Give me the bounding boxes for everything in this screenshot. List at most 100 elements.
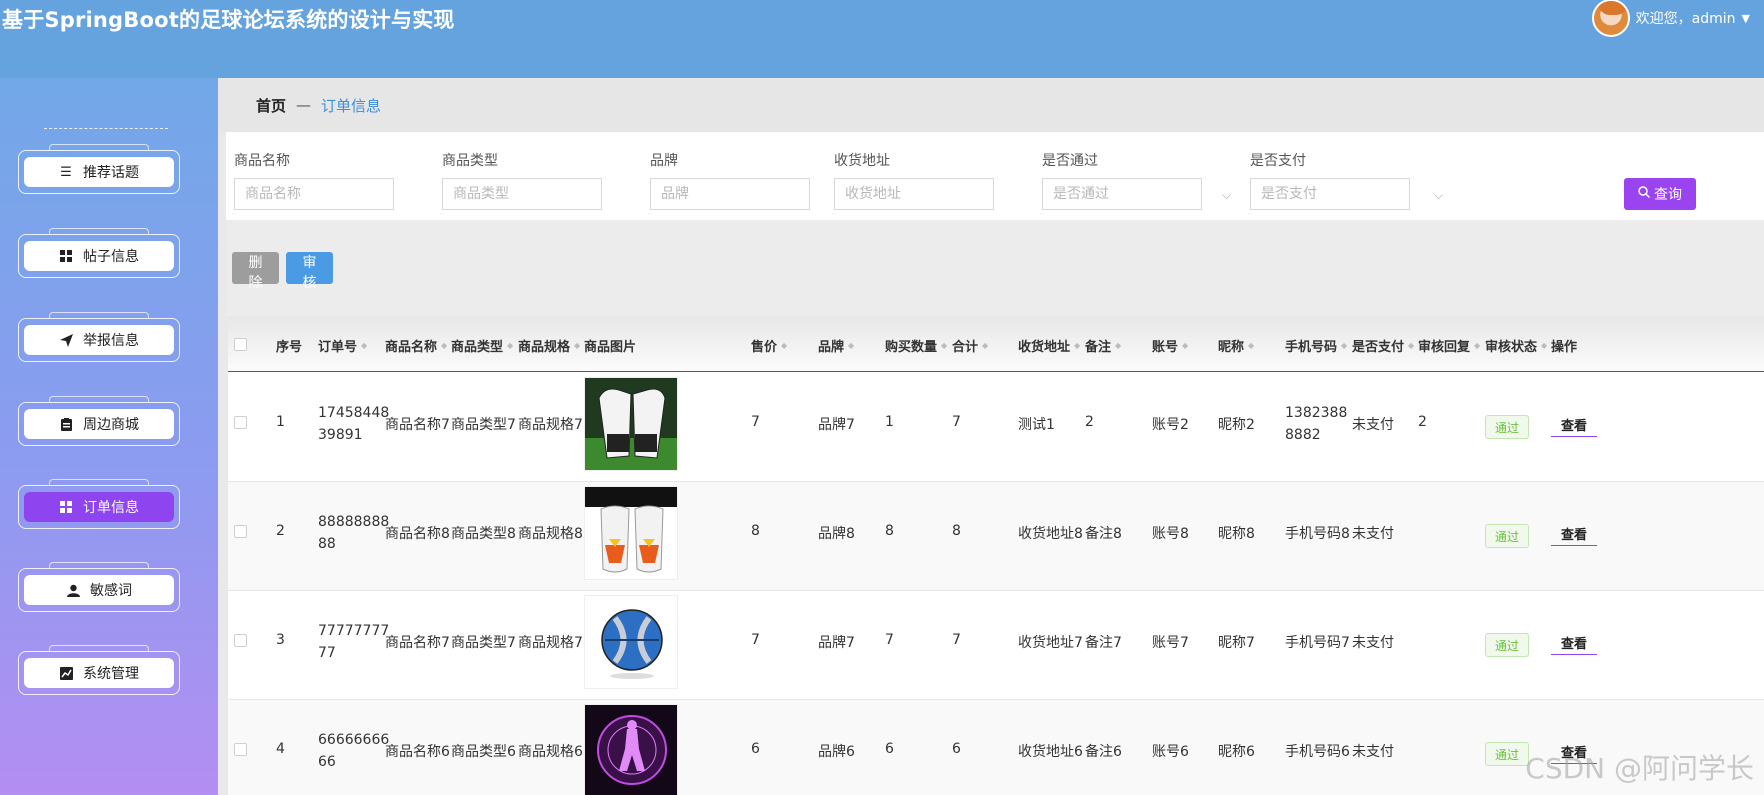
search-button[interactable]: 查询 <box>1624 178 1696 210</box>
cell-address: 测试1 <box>1018 417 1055 433</box>
cell-paid: 未支付 <box>1352 417 1394 433</box>
view-button[interactable]: 查看 <box>1551 631 1597 655</box>
product-name-input[interactable] <box>234 178 394 210</box>
breadcrumb-home[interactable]: 首页 <box>256 95 286 116</box>
clipboard-icon <box>59 417 73 431</box>
sort-icon: ◆ <box>440 340 448 350</box>
chevron-down-icon[interactable]: ⌵ <box>1222 188 1231 203</box>
sort-icon: ◆ <box>780 340 788 350</box>
sidebar-item-reports[interactable]: 举报信息 <box>18 312 180 362</box>
column-header[interactable]: 收货地址 ◆ <box>1018 336 1081 355</box>
column-header[interactable]: 订单号 ◆ <box>318 336 368 355</box>
column-header[interactable]: 备注 ◆ <box>1085 336 1122 355</box>
cell-product-name: 商品名称8 <box>385 526 450 542</box>
cell-index: 3 <box>276 632 285 648</box>
cell-phone: 手机号码6 <box>1285 744 1350 760</box>
cell-nickname: 昵称6 <box>1218 744 1255 760</box>
column-header[interactable]: 商品类型 ◆ <box>451 336 514 355</box>
table-row[interactable]: 3 7777777777 商品名称7 商品类型7 商品规格7 7 品牌7 7 7… <box>228 591 1764 700</box>
caret-down-icon[interactable]: ▼ <box>1742 12 1750 25</box>
watermark: CSDN @阿问学长 <box>1525 752 1754 785</box>
product-image-shin-guard[interactable] <box>584 486 678 580</box>
cell-remark: 备注6 <box>1085 744 1122 760</box>
cell-price: 8 <box>751 523 760 539</box>
column-header[interactable]: 品牌 ◆ <box>818 336 855 355</box>
cell-brand: 品牌7 <box>818 635 855 651</box>
view-button[interactable]: 查看 <box>1551 522 1597 546</box>
app-title: 基于SpringBoot的足球论坛系统的设计与实现 <box>2 8 455 32</box>
search-icon <box>1638 186 1651 202</box>
cell-product-name: 商品名称7 <box>385 635 450 651</box>
sidebar-item-label: 帖子信息 <box>83 249 139 265</box>
sort-icon: ◆ <box>1407 340 1415 350</box>
filter-label: 是否支付 <box>1250 153 1306 169</box>
orders-table: 序号 订单号 ◆ 商品名称 ◆ 商品类型 ◆ 商品规格 ◆ 商品图片 售价 ◆ 品牌 ◆ 购… <box>228 316 1764 795</box>
breadcrumb-separator: — <box>296 96 312 114</box>
table-row[interactable]: 1 1745844839891 商品名称7 商品类型7 商品规格7 7 品牌7 … <box>228 373 1764 482</box>
cell-index: 4 <box>276 741 285 757</box>
sidebar-item-system-management[interactable]: 系统管理 <box>18 645 180 695</box>
column-header[interactable]: 审核回复 ◆ <box>1418 336 1481 355</box>
sort-icon: ◆ <box>940 340 948 350</box>
cell-price: 6 <box>751 741 760 757</box>
cell-quantity: 7 <box>885 632 894 648</box>
sort-icon: ◆ <box>506 340 514 350</box>
sidebar-item-recommended-topics[interactable]: ☰ 推荐话题 <box>18 144 180 194</box>
cell-remark: 2 <box>1085 414 1094 430</box>
column-header[interactable]: 商品规格 ◆ <box>518 336 581 355</box>
column-header[interactable]: 账号 ◆ <box>1152 336 1189 355</box>
sort-icon: ◆ <box>981 340 989 350</box>
column-header[interactable]: 手机号码 ◆ <box>1285 336 1348 355</box>
cell-product-spec: 商品规格6 <box>518 744 583 760</box>
paid-select[interactable] <box>1250 178 1410 210</box>
column-header[interactable]: 审核状态 ◆ <box>1485 336 1548 355</box>
cell-reply: 2 <box>1418 414 1427 430</box>
column-header[interactable]: 商品名称 ◆ <box>385 336 448 355</box>
row-checkbox[interactable] <box>234 525 247 542</box>
status-badge: 通过 <box>1485 742 1529 766</box>
sidebar-item-posts[interactable]: 帖子信息 <box>18 228 180 278</box>
table-row[interactable]: 2 8888888888 商品名称8 商品类型8 商品规格8 8 品牌8 8 8… <box>228 482 1764 591</box>
sidebar-item-sensitive-words[interactable]: 敏感词 <box>18 562 180 612</box>
column-header: 序号 <box>276 340 303 355</box>
column-header[interactable]: 合计 ◆ <box>952 336 989 355</box>
cell-quantity: 6 <box>885 741 894 757</box>
cell-order-no: 1745844839891 <box>318 405 390 443</box>
welcome-text[interactable]: 欢迎您，admin <box>1636 8 1736 28</box>
user-menu[interactable]: 欢迎您，admin ▼ <box>1591 0 1750 37</box>
product-type-input[interactable] <box>442 178 602 210</box>
grid-icon <box>59 500 73 514</box>
cell-price: 7 <box>751 632 760 648</box>
sidebar-item-shop[interactable]: 周边商城 <box>18 396 180 446</box>
cell-address: 收货地址7 <box>1018 635 1083 651</box>
cell-order-no: 7777777777 <box>318 623 390 661</box>
status-badge: 通过 <box>1485 633 1529 657</box>
chevron-down-icon[interactable]: ⌵ <box>1434 188 1443 203</box>
cell-product-type: 商品类型6 <box>451 744 516 760</box>
column-header[interactable]: 售价 ◆ <box>751 336 788 355</box>
product-image-gloves[interactable] <box>584 377 678 471</box>
approved-select[interactable] <box>1042 178 1202 210</box>
audit-button[interactable]: 审核 <box>286 252 333 291</box>
row-checkbox[interactable] <box>234 634 247 651</box>
delete-button[interactable]: 删除 <box>232 252 279 291</box>
product-image-crystal[interactable] <box>584 704 678 795</box>
sidebar-item-label: 系统管理 <box>83 666 139 682</box>
search-panel: 商品名称 商品类型 品牌 收货地址 是否通过 ⌵ 是否支付 ⌵ 查询 <box>226 132 1764 220</box>
address-input[interactable] <box>834 178 994 210</box>
cell-address: 收货地址6 <box>1018 744 1083 760</box>
product-image-ball[interactable] <box>584 595 678 689</box>
cell-phone: 手机号码8 <box>1285 526 1350 542</box>
column-header[interactable]: 是否支付 ◆ <box>1352 336 1415 355</box>
column-header[interactable]: 购买数量 ◆ <box>885 336 948 355</box>
cell-product-type: 商品类型8 <box>451 526 516 542</box>
brand-input[interactable] <box>650 178 810 210</box>
sidebar-item-label: 敏感词 <box>90 583 132 599</box>
row-checkbox[interactable] <box>234 743 247 760</box>
sidebar-item-orders[interactable]: 订单信息 <box>18 479 180 529</box>
avatar[interactable] <box>1591 0 1630 37</box>
view-button[interactable]: 查看 <box>1551 413 1597 437</box>
select-all-checkbox[interactable] <box>234 338 247 351</box>
row-checkbox[interactable] <box>234 416 247 433</box>
column-header[interactable]: 昵称 ◆ <box>1218 336 1255 355</box>
